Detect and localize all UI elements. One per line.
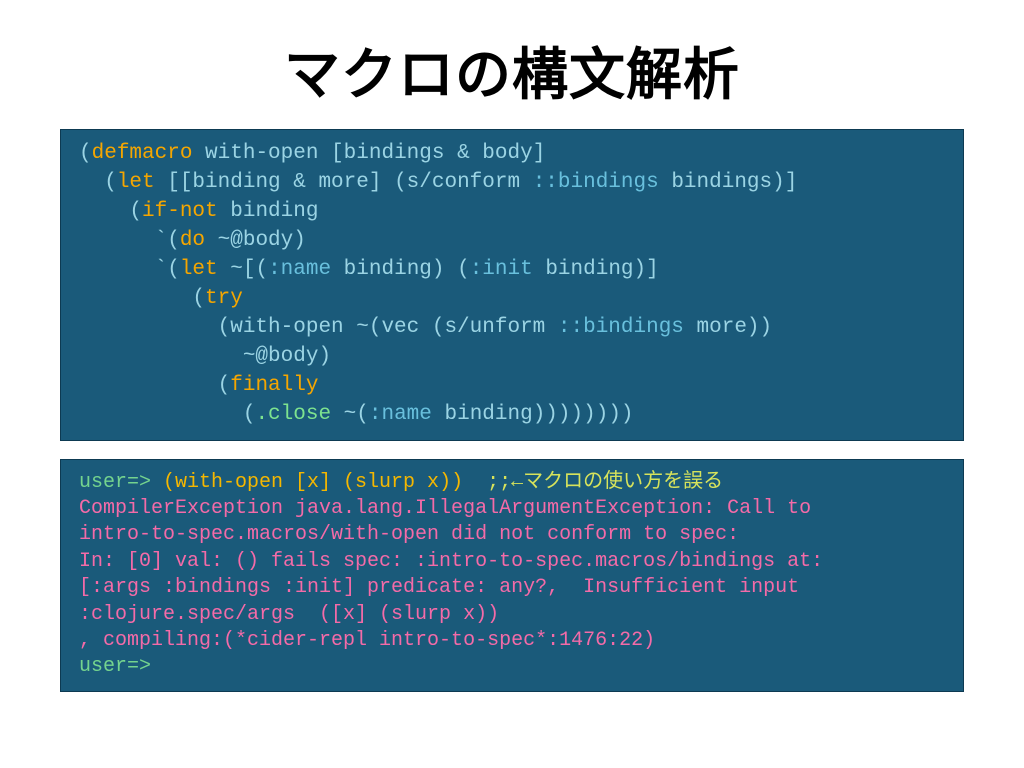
mid2: binding)] [533, 258, 659, 281]
repl-comment: ;;←マクロの使い方を誤る [487, 471, 723, 494]
indent: ( [79, 374, 230, 397]
method-close: .close [255, 403, 331, 426]
sig: with-open [bindings & body] [192, 142, 545, 165]
indent: `( [79, 229, 180, 252]
withopen-call: (with-open ~(vec (s/unform [79, 316, 558, 339]
kw-init: :init [470, 258, 533, 281]
indent: ( [79, 200, 142, 223]
kw-try: try [205, 287, 243, 310]
vec-open: ~[( [218, 258, 268, 281]
kw-finally: finally [230, 374, 318, 397]
kw-defmacro: defmacro [92, 142, 193, 165]
closing-parens: binding)))))))) [432, 403, 634, 426]
repl-input: (with-open [x] (slurp x)) [151, 471, 487, 494]
tail: bindings)] [659, 171, 798, 194]
kw-bindings: ::bindings [533, 171, 659, 194]
body2: ~@body) [79, 345, 331, 368]
code-block-repl: user=> (with-open [x] (slurp x)) ;;←マクロの… [60, 459, 964, 692]
error-line: intro-to-spec.macros/with-open did not c… [79, 523, 739, 546]
body: ~@body) [205, 229, 306, 252]
indent: `( [79, 258, 180, 281]
let-binding: [[binding & more] (s/conform [155, 171, 533, 194]
error-line: In: [0] val: () fails spec: :intro-to-sp… [79, 550, 823, 573]
error-line: :clojure.spec/args ([x] (slurp x)) [79, 603, 499, 626]
mid1: binding) ( [331, 258, 470, 281]
kw-do: do [180, 229, 205, 252]
error-line: , compiling:(*cider-repl intro-to-spec*:… [79, 629, 655, 652]
kw-name: :name [268, 258, 331, 281]
paren: ( [79, 142, 92, 165]
tilde-open: ~( [331, 403, 369, 426]
kw-ifnot: if-not [142, 200, 218, 223]
error-line: CompilerException java.lang.IllegalArgum… [79, 497, 811, 520]
repl-prompt-2: user=> [79, 655, 151, 678]
error-line: [:args :bindings :init] predicate: any?,… [79, 576, 799, 599]
slide: マクロの構文解析 (defmacro with-open [bindings &… [0, 0, 1024, 768]
cond: binding [218, 200, 319, 223]
repl-prompt: user=> [79, 471, 151, 494]
indent: ( [79, 403, 255, 426]
slide-title: マクロの構文解析 [60, 30, 964, 111]
kw-let2: let [180, 258, 218, 281]
tail2: more)) [684, 316, 772, 339]
code-block-defmacro: (defmacro with-open [bindings & body] (l… [60, 129, 964, 441]
kw-name2: :name [369, 403, 432, 426]
indent: ( [79, 171, 117, 194]
kw-bindings2: ::bindings [558, 316, 684, 339]
indent: ( [79, 287, 205, 310]
kw-let: let [117, 171, 155, 194]
